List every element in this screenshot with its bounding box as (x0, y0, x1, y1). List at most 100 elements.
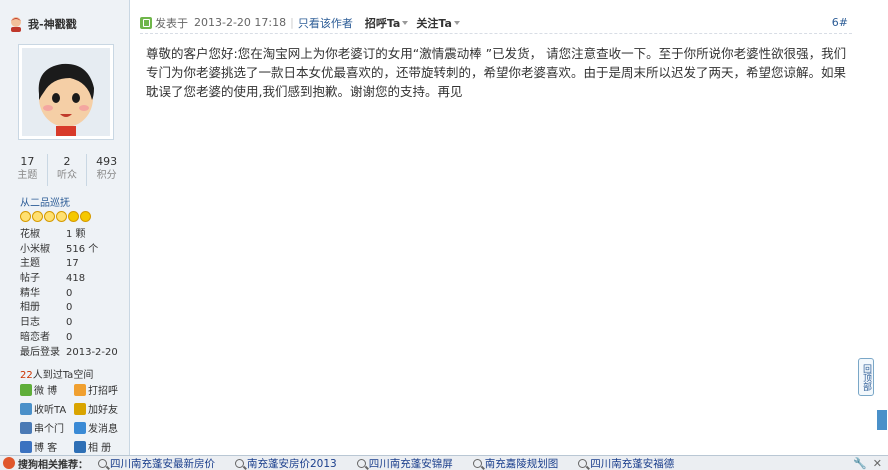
add-friend-icon (74, 402, 86, 415)
action-follow[interactable]: 收听TA (20, 402, 74, 416)
user-info-list: 花椒 1 颗 小米椒 516 个 主题 17 帖子 418 精华 0 相册 0 日志 0 暗恋… (20, 228, 128, 360)
action-greet[interactable]: 打招呼 (74, 383, 128, 397)
user-icon (8, 16, 24, 32)
action-message[interactable]: 发消息 (74, 421, 128, 435)
info-value: 418 (66, 273, 86, 285)
recommend-link[interactable]: 四川南充蓬安最新房价 (98, 456, 215, 470)
action-weibo[interactable]: 微 博 (20, 383, 74, 397)
recommend-link[interactable]: 南充嘉陵规划图 (472, 456, 559, 470)
action-visit[interactable]: 串个门 (20, 421, 74, 435)
info-value: 2013-2-20 (66, 346, 118, 358)
action-label: 打招呼 (88, 386, 118, 397)
user-rank-title[interactable]: 从二品巡抚 (20, 194, 70, 209)
link-text: 南充蓬安房价2013 (247, 457, 337, 470)
link-text: 四川南充蓬安福德 (590, 457, 675, 470)
info-row: 暗恋者 0 (20, 331, 128, 346)
info-key: 主题 (20, 258, 40, 270)
recommend-link[interactable]: 南充蓬安房价2013 (235, 456, 337, 470)
user-sidebar: 我-神戳戳 17 主题 2 听众 493 积分 从二品巡抚 花椒 1 颗 小米椒… (0, 0, 130, 455)
album-icon (74, 440, 86, 453)
search-icon (356, 458, 366, 468)
link-text: 四川南充蓬安最新房价 (110, 457, 215, 470)
sogou-logo-icon (3, 457, 15, 469)
follow-dropdown[interactable]: 关注Ta (416, 15, 460, 31)
search-icon (98, 458, 107, 468)
greet-dropdown[interactable]: 招呼Ta (365, 15, 409, 31)
space-visitors[interactable]: 22人到过Ta空间 (20, 366, 93, 381)
search-icon (235, 458, 244, 468)
info-key: 花椒 (20, 229, 40, 240)
stat-label: 积分 (96, 170, 117, 181)
action-album[interactable]: 相 册 (74, 440, 128, 454)
author-only-link[interactable]: 只看该作者 (298, 15, 353, 31)
weibo-icon (20, 383, 32, 396)
moon-icon (44, 211, 55, 222)
sogou-recommend-bar: 搜狗相关推荐： 四川南充蓬安最新房价 南充蓬安房价2013 四川南充蓬安锦屏 南… (0, 455, 888, 470)
chevron-down-icon (453, 20, 460, 25)
recommend-title: 搜狗相关推荐： (18, 459, 88, 470)
action-label: 博 客 (34, 443, 58, 454)
link-text: 四川南充蓬安锦屏 (368, 457, 453, 470)
action-add-friend[interactable]: 加好友 (74, 402, 128, 416)
action-label: 发消息 (88, 424, 118, 435)
info-row: 日志 0 (20, 316, 128, 331)
post-status-icon (140, 16, 152, 29)
info-value: 17 (66, 258, 79, 270)
follow-icon (20, 402, 32, 415)
info-row: 精华 0 (20, 287, 128, 302)
info-value: 0 (66, 317, 73, 329)
stat-label: 主题 (17, 170, 38, 181)
info-row: 相册 0 (20, 301, 128, 316)
stat-value: 493 (96, 155, 118, 168)
moon-icon (56, 211, 67, 222)
user-actions: 微 博 打招呼 收听TA 加好友 串个门 发消息 博 客 相 册 (20, 383, 128, 454)
info-key: 帖子 (20, 273, 40, 285)
info-value: 1 颗 (66, 229, 86, 240)
stat-label: 听众 (57, 170, 77, 181)
greet-label: 招呼Ta (364, 16, 401, 30)
rank-stars (20, 211, 91, 222)
post-content: 尊敬的客户您好:您在淘宝网上为你老婆订的女用“激情震动棒 ”已发货， 请您注意查… (146, 46, 847, 99)
follow-label: 关注Ta (416, 16, 452, 30)
stat-listeners[interactable]: 2 听众 (48, 154, 88, 186)
blog-icon (20, 440, 32, 453)
action-label: 加好友 (88, 405, 118, 416)
action-label: 串个门 (34, 424, 64, 435)
greet-icon (74, 383, 86, 396)
info-row: 主题 17 (20, 257, 128, 272)
avatar[interactable] (18, 44, 114, 140)
username[interactable]: 我-神戳戳 (28, 16, 77, 32)
info-row: 小米椒 516 个 (20, 243, 128, 258)
user-stats: 17 主题 2 听众 493 积分 (8, 154, 126, 186)
action-label: 微 博 (34, 386, 58, 397)
recommend-link[interactable]: 四川南充蓬安锦屏 (356, 456, 453, 470)
recommend-link[interactable]: 四川南充蓬安福德 (578, 456, 674, 470)
info-key: 日志 (20, 317, 40, 329)
info-key: 相册 (20, 302, 40, 314)
info-row: 最后登录 2013-2-20 (20, 346, 128, 361)
stat-points[interactable]: 493 积分 (87, 154, 126, 186)
close-icon[interactable]: ✕ (873, 457, 882, 470)
action-blog[interactable]: 博 客 (20, 440, 74, 454)
back-to-top-button[interactable]: 回顶部 (858, 358, 874, 396)
visitors-count: 22 (20, 370, 33, 381)
scrollbar-thumb[interactable] (877, 410, 887, 430)
info-value: 516 个 (66, 243, 99, 255)
action-label: 收听TA (34, 405, 67, 416)
star-icon (68, 211, 79, 222)
info-value: 0 (66, 287, 73, 299)
posted-label: 发表于 (155, 16, 188, 30)
star-icon (80, 211, 91, 222)
stat-value: 2 (63, 155, 71, 168)
info-value: 0 (66, 331, 73, 343)
wrench-icon[interactable]: 🔧 (853, 457, 867, 470)
floor-number[interactable]: 6# (832, 16, 848, 29)
link-text: 南充嘉陵规划图 (484, 457, 559, 470)
info-value: 0 (66, 302, 73, 314)
stat-topics[interactable]: 17 主题 (8, 154, 48, 186)
search-icon (472, 458, 482, 468)
moon-icon (20, 211, 31, 222)
posted-time: 2013-2-20 17:18 (194, 16, 287, 29)
bar-tools: 🔧 ✕ (853, 457, 882, 470)
info-row: 花椒 1 颗 (20, 228, 128, 243)
